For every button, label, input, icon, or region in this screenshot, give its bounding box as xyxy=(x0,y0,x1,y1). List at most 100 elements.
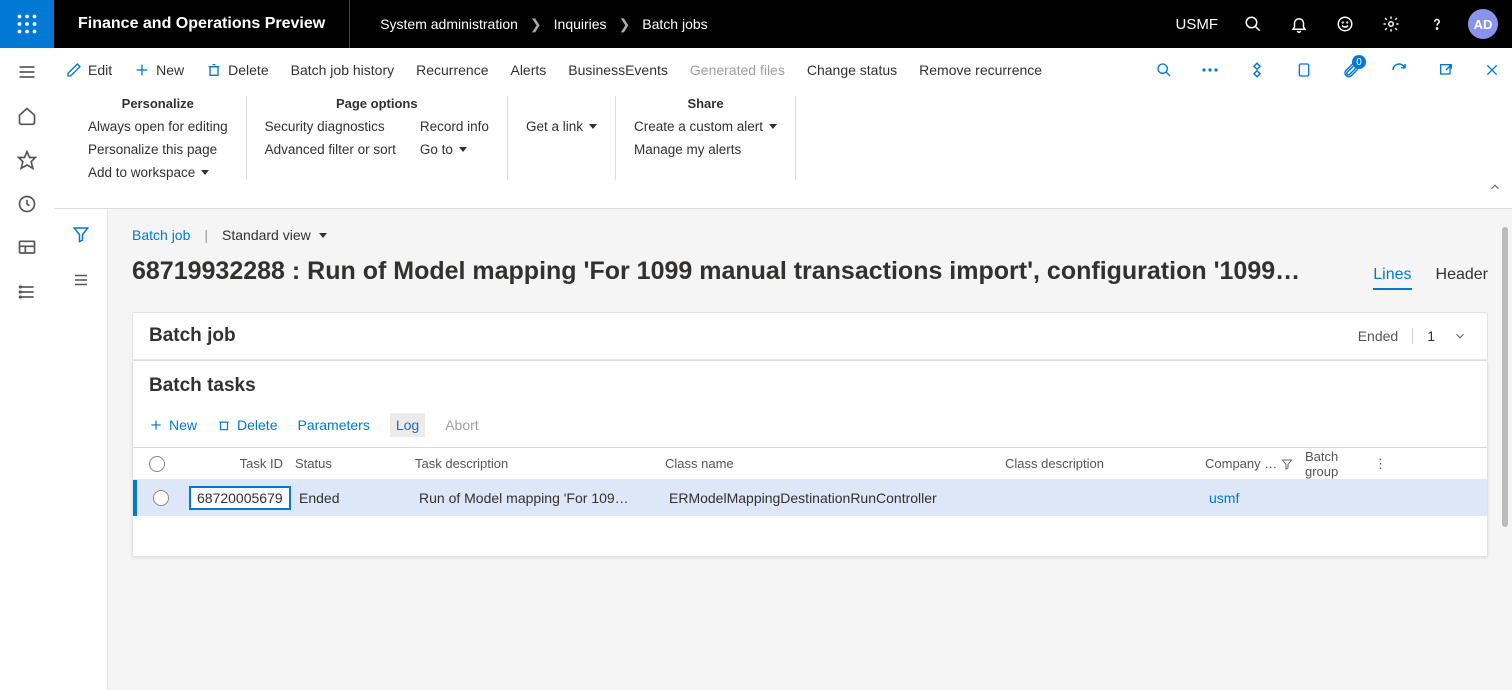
generated-files-button: Generated files xyxy=(690,62,785,78)
col-task-id[interactable]: Task ID xyxy=(181,456,291,471)
advanced-filter[interactable]: Advanced filter or sort xyxy=(265,142,396,157)
create-custom-alert[interactable]: Create a custom alert xyxy=(634,119,777,134)
delete-label: Delete xyxy=(228,62,268,78)
attach-icon[interactable]: 0 xyxy=(1342,61,1360,79)
breadcrumb-item[interactable]: Inquiries xyxy=(554,16,607,32)
search-icon[interactable] xyxy=(1230,0,1276,48)
company-selector[interactable]: USMF xyxy=(1164,16,1231,33)
help-icon[interactable] xyxy=(1414,0,1460,48)
new-button[interactable]: New xyxy=(134,62,184,78)
row-select[interactable] xyxy=(153,490,169,506)
grid-header: Task ID Status Task description Class na… xyxy=(133,448,1487,480)
new-label: New xyxy=(156,62,184,78)
batch-job-card: Batch job Ended 1 xyxy=(132,312,1488,361)
popout-icon[interactable] xyxy=(1438,62,1454,78)
col-status[interactable]: Status xyxy=(291,456,411,471)
breadcrumb-item[interactable]: Batch jobs xyxy=(642,16,707,32)
scrollbar[interactable] xyxy=(1502,227,1508,527)
avatar[interactable]: AD xyxy=(1468,9,1498,39)
table-row[interactable]: 68720005679 Ended Run of Model mapping '… xyxy=(133,480,1487,516)
card-title: Batch job xyxy=(149,325,236,347)
separator: | xyxy=(204,227,208,243)
chevron-right-icon: ❯ xyxy=(530,16,542,33)
badge-count: 0 xyxy=(1352,55,1366,69)
star-icon[interactable] xyxy=(17,150,37,170)
col-class-description[interactable]: Class description xyxy=(1001,456,1201,471)
overflow-icon[interactable] xyxy=(1202,68,1218,72)
gear-icon[interactable] xyxy=(1368,0,1414,48)
breadcrumb: System administration ❯ Inquiries ❯ Batc… xyxy=(350,16,737,33)
tab-header[interactable]: Header xyxy=(1436,266,1488,288)
get-a-link[interactable]: Get a link xyxy=(526,119,597,134)
ribbon-group-title: Page options xyxy=(265,96,489,111)
close-icon[interactable] xyxy=(1484,62,1500,78)
col-batch-group[interactable]: Batch group⋮ xyxy=(1301,449,1401,479)
workspace-icon[interactable] xyxy=(17,238,37,258)
top-nav-bar: Finance and Operations Preview System ad… xyxy=(0,0,1512,48)
chevron-down-icon[interactable] xyxy=(1449,329,1471,343)
remove-recurrence-button[interactable]: Remove recurrence xyxy=(919,62,1042,78)
refresh-icon[interactable] xyxy=(1390,61,1408,79)
filter-icon[interactable] xyxy=(72,225,90,243)
content-side-rail xyxy=(54,209,108,690)
collapse-ribbon-icon[interactable] xyxy=(1488,180,1502,194)
record-info[interactable]: Record info xyxy=(420,119,489,134)
batch-history-button[interactable]: Batch job history xyxy=(291,62,395,78)
col-company[interactable]: Company … xyxy=(1201,456,1301,471)
edit-button[interactable]: Edit xyxy=(66,62,112,78)
change-status-button[interactable]: Change status xyxy=(807,62,897,78)
tasks-new-button[interactable]: New xyxy=(149,417,197,433)
ribbon-group-title: Personalize xyxy=(88,96,228,111)
office-icon[interactable] xyxy=(1296,61,1312,79)
personalize-page[interactable]: Personalize this page xyxy=(88,142,228,157)
clock-icon[interactable] xyxy=(17,194,37,214)
tasks-abort-button: Abort xyxy=(445,417,478,433)
tab-lines[interactable]: Lines xyxy=(1373,266,1411,290)
add-to-workspace[interactable]: Add to workspace xyxy=(88,165,228,180)
view-selector[interactable]: Standard view xyxy=(222,227,327,243)
menu-icon[interactable] xyxy=(17,62,37,82)
security-diagnostics[interactable]: Security diagnostics xyxy=(265,119,396,134)
batch-job-link[interactable]: Batch job xyxy=(132,227,190,243)
recurrence-button[interactable]: Recurrence xyxy=(416,62,488,78)
filter-icon[interactable] xyxy=(1281,458,1293,470)
smile-icon[interactable] xyxy=(1322,0,1368,48)
topbar-right: USMF AD xyxy=(1164,0,1512,48)
class-name-cell: ERModelMappingDestinationRunController xyxy=(665,490,1005,506)
modules-icon[interactable] xyxy=(17,282,37,302)
delete-button[interactable]: Delete xyxy=(206,62,268,78)
ribbon-group-title: Share xyxy=(634,96,777,111)
app-launcher-icon[interactable] xyxy=(0,0,54,48)
ribbon: Personalize Always open for editing Pers… xyxy=(54,92,1512,209)
chevron-right-icon: ❯ xyxy=(619,16,631,33)
alerts-button[interactable]: Alerts xyxy=(510,62,546,78)
select-all[interactable] xyxy=(149,456,165,472)
card-status: Ended xyxy=(1358,328,1398,344)
action-bar: Edit New Delete Batch job history Recurr… xyxy=(54,48,1512,92)
task-id-cell[interactable]: 68720005679 xyxy=(189,486,291,510)
edit-label: Edit xyxy=(88,62,112,78)
related-info-icon[interactable] xyxy=(72,271,90,289)
col-task-description[interactable]: Task description xyxy=(411,456,661,471)
go-to[interactable]: Go to xyxy=(420,142,489,157)
description-cell: Run of Model mapping 'For 109… xyxy=(415,490,665,506)
tasks-title: Batch tasks xyxy=(133,361,1487,407)
tasks-delete-button[interactable]: Delete xyxy=(217,417,277,433)
home-icon[interactable] xyxy=(17,106,37,126)
business-events-button[interactable]: BusinessEvents xyxy=(568,62,668,78)
always-open-editing[interactable]: Always open for editing xyxy=(88,119,228,134)
more-columns-icon[interactable]: ⋮ xyxy=(1374,456,1397,472)
search-icon[interactable] xyxy=(1156,62,1172,78)
tasks-log-button[interactable]: Log xyxy=(390,413,425,437)
company-cell[interactable]: usmf xyxy=(1205,490,1305,506)
page-title: 68719932288 : Run of Model mapping 'For … xyxy=(132,257,1349,286)
breadcrumb-item[interactable]: System administration xyxy=(380,16,518,32)
app-title: Finance and Operations Preview xyxy=(54,0,350,48)
manage-my-alerts[interactable]: Manage my alerts xyxy=(634,142,777,157)
tasks-parameters-button[interactable]: Parameters xyxy=(297,417,369,433)
bell-icon[interactable] xyxy=(1276,0,1322,48)
col-class-name[interactable]: Class name xyxy=(661,456,1001,471)
batch-tasks-card: Batch tasks New Delete Parameters Log Ab… xyxy=(132,361,1488,557)
diamond-icon[interactable] xyxy=(1248,61,1266,79)
status-cell: Ended xyxy=(295,490,415,506)
